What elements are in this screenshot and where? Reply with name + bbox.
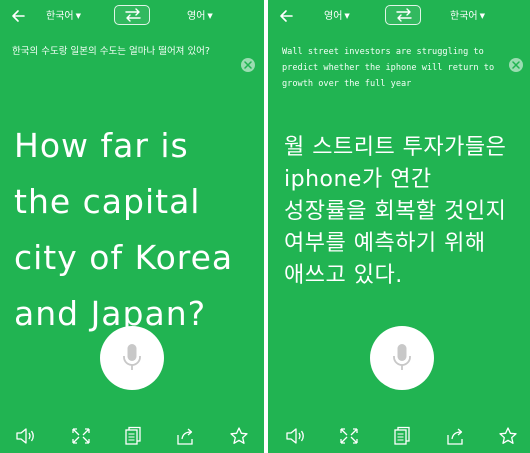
share-icon[interactable] [445,426,467,446]
top-bar: 한국어 ▼ 영어 ▼ [0,0,264,32]
bottom-toolbar [0,422,264,450]
target-language-label: 한국어 [450,11,478,22]
expand-icon[interactable] [70,426,92,446]
microphone-icon [393,344,411,370]
speaker-icon[interactable] [14,426,36,446]
source-language-label: 영어 [324,11,343,22]
bottom-toolbar [268,422,530,450]
copy-icon[interactable] [391,426,413,446]
swap-languages-button[interactable] [385,5,421,25]
swap-languages-button[interactable] [114,5,150,25]
swap-arrows-icon [125,8,141,22]
microphone-icon [123,344,141,370]
close-icon [244,61,252,69]
translation-text: How far is the capital city of Korea and… [14,126,234,333]
chevron-down-icon: ▼ [207,12,213,20]
source-language-selector[interactable]: 영어 ▼ [324,9,350,24]
source-text[interactable]: 한국의 수도랑 일본의 수도는 얼마나 떨어져 있어? [12,44,224,59]
target-language-label: 영어 [187,11,206,22]
share-icon[interactable] [175,426,197,446]
top-bar: 영어 ▼ 한국어 ▼ [268,0,530,32]
translator-screens: 한국어 ▼ 영어 ▼ 한국의 수도랑 일본의 수도는 얼마나 떨어져 있어? How… [0,0,530,453]
source-language-label: 한국어 [46,11,74,22]
source-text[interactable]: Wall street investors are struggling to … [282,44,502,92]
star-icon[interactable] [497,426,519,446]
swap-arrows-icon [396,8,412,22]
target-language-selector[interactable]: 영어 ▼ [187,9,213,24]
translation-text: 월 스트리트 투자가들은 iphone가 연간 성장률을 회복할 것인지 여부를… [284,135,507,288]
expand-icon[interactable] [338,426,360,446]
source-language-selector[interactable]: 한국어 ▼ [46,9,81,24]
back-arrow-icon[interactable] [8,6,28,26]
close-icon [512,61,520,69]
chevron-down-icon: ▼ [479,12,485,20]
right-translation-screen: 영어 ▼ 한국어 ▼ Wall street investors are strug… [268,0,530,453]
clear-button[interactable] [509,58,523,72]
microphone-button[interactable] [100,326,164,390]
chevron-down-icon: ▼ [75,12,81,20]
microphone-button[interactable] [370,326,434,390]
target-language-selector[interactable]: 한국어 ▼ [450,9,485,24]
chevron-down-icon: ▼ [344,12,350,20]
copy-icon[interactable] [122,426,144,446]
speaker-icon[interactable] [284,426,306,446]
star-icon[interactable] [228,426,250,446]
left-translation-screen: 한국어 ▼ 영어 ▼ 한국의 수도랑 일본의 수도는 얼마나 떨어져 있어? How… [0,0,264,453]
back-arrow-icon[interactable] [276,6,296,26]
clear-button[interactable] [241,58,255,72]
